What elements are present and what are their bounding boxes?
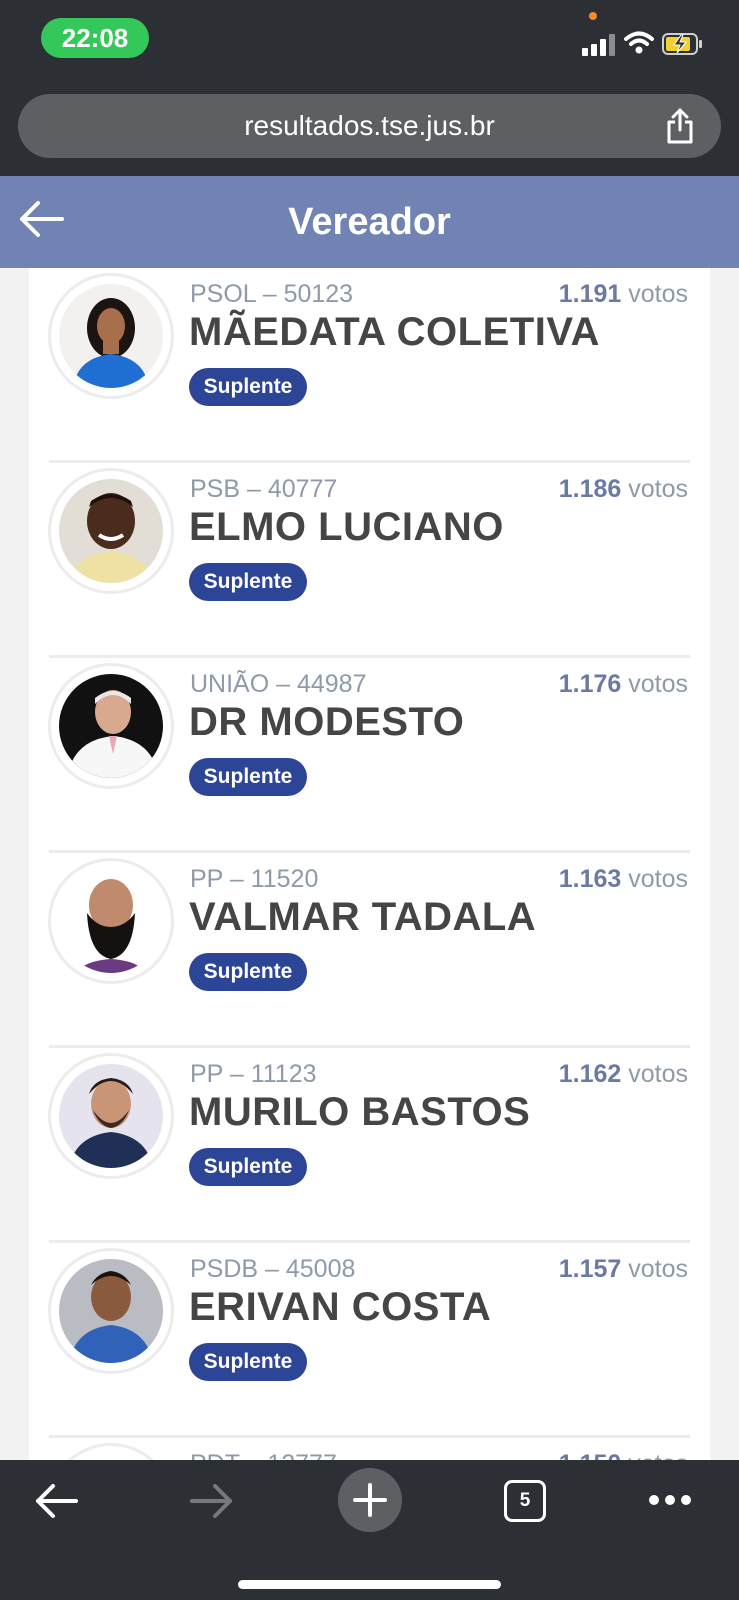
candidate-avatar [51, 1251, 171, 1371]
candidate-row[interactable]: PSOL – 50123 1.191 votos MÃEDATA COLETIV… [29, 268, 710, 463]
candidate-row[interactable]: PDT – 12777 1.150 votos [29, 1438, 710, 1460]
plus-icon [353, 1483, 387, 1517]
candidate-name: VALMAR TADALA [189, 895, 537, 939]
signal-icon [582, 34, 616, 56]
status-badge: Suplente [189, 368, 307, 406]
candidate-avatar [51, 1056, 171, 1176]
more-options-icon[interactable] [648, 1494, 692, 1506]
url-text[interactable]: resultados.tse.jus.br [18, 94, 721, 158]
browser-forward-icon[interactable] [190, 1482, 234, 1520]
candidate-avatar [51, 276, 171, 396]
candidate-name: DR MODESTO [189, 700, 465, 744]
candidate-party: PSDB – 45008 [190, 1255, 356, 1283]
candidate-avatar [51, 666, 171, 786]
status-badge: Suplente [189, 563, 307, 601]
address-bar[interactable]: resultados.tse.jus.br [18, 94, 721, 158]
candidate-row[interactable]: PSB – 40777 1.186 votos ELMO LUCIANO Sup… [29, 463, 710, 658]
browser-address-area: resultados.tse.jus.br [0, 80, 739, 176]
candidate-row[interactable]: UNIÃO – 44987 1.176 votos DR MODESTO Sup… [29, 658, 710, 853]
results-content: PSOL – 50123 1.191 votos MÃEDATA COLETIV… [0, 268, 739, 1460]
candidate-votes: 1.186 votos [558, 475, 688, 503]
candidate-party: UNIÃO – 44987 [190, 670, 367, 698]
candidate-row[interactable]: PP – 11520 1.163 votos VALMAR TADALA Sup… [29, 853, 710, 1048]
candidate-avatar [51, 861, 171, 981]
candidate-votes: 1.176 votos [558, 670, 688, 698]
wifi-icon [624, 31, 654, 54]
candidate-name: MÃEDATA COLETIVA [189, 310, 600, 354]
new-tab-button[interactable] [338, 1468, 402, 1532]
candidate-votes: 1.163 votos [558, 865, 688, 893]
privacy-indicator-dot [589, 12, 597, 20]
status-time: 22:08 [41, 18, 149, 58]
browser-toolbar: 5 [0, 1460, 739, 1600]
battery-charging-icon [662, 33, 702, 55]
candidate-votes: 1.150 votos [559, 1450, 688, 1460]
browser-back-icon[interactable] [34, 1482, 78, 1520]
page-title: Vereador [288, 201, 451, 243]
candidate-party: PP – 11520 [190, 865, 319, 893]
status-badge: Suplente [189, 1148, 307, 1186]
candidate-party: PP – 11123 [190, 1060, 317, 1088]
candidate-list: PSOL – 50123 1.191 votos MÃEDATA COLETIV… [29, 268, 710, 1460]
candidate-party: PDT – 12777 [190, 1450, 337, 1460]
candidate-votes: 1.157 votos [558, 1255, 688, 1283]
status-badge: Suplente [189, 953, 307, 991]
candidate-avatar [51, 471, 171, 591]
tabs-button[interactable]: 5 [504, 1480, 546, 1522]
page-header: Vereador [0, 176, 739, 268]
candidate-name: ERIVAN COSTA [189, 1285, 492, 1329]
candidate-votes: 1.191 votos [558, 280, 688, 308]
candidate-row[interactable]: PP – 11123 1.162 votos MURILO BASTOS Sup… [29, 1048, 710, 1243]
candidate-party: PSB – 40777 [190, 475, 338, 503]
home-indicator[interactable] [238, 1580, 501, 1589]
candidate-votes: 1.162 votos [558, 1060, 688, 1088]
candidate-party: PSOL – 50123 [190, 280, 354, 308]
status-badge: Suplente [189, 1343, 307, 1381]
share-icon[interactable] [665, 108, 695, 144]
candidate-row[interactable]: PSDB – 45008 1.157 votos ERIVAN COSTA Su… [29, 1243, 710, 1438]
status-badge: Suplente [189, 758, 307, 796]
status-bar: 22:08 [0, 0, 739, 80]
candidate-name: MURILO BASTOS [189, 1090, 531, 1134]
candidate-avatar [51, 1446, 171, 1460]
candidate-name: ELMO LUCIANO [189, 505, 504, 549]
